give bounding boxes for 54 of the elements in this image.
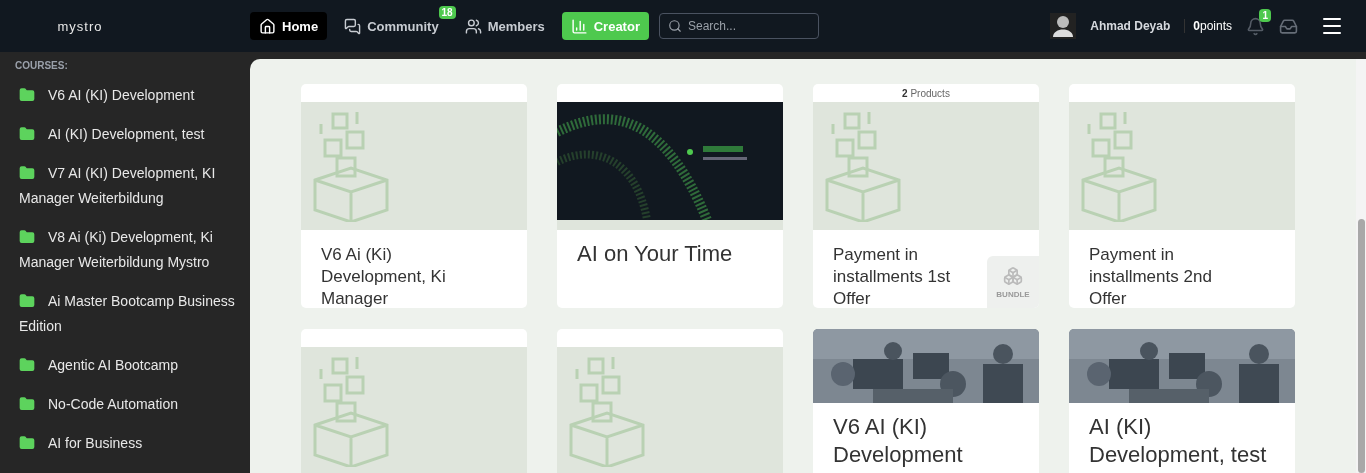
folder-icon [19,165,35,181]
course-card[interactable]: Payment in installments 2nd Offer [1069,84,1295,308]
folder-icon [19,229,35,245]
users-icon [464,17,482,35]
points-label: 0points [1184,19,1232,33]
course-link[interactable]: V6 AI (KI) Development [19,83,238,108]
course-link[interactable]: Agentic AI Bootcamp [19,353,238,378]
course-link[interactable]: Ai Master Bootcamp Business Edition [19,289,238,339]
course-link[interactable]: No-Code Automation [19,392,238,417]
chart-icon [570,17,588,35]
bundle-badge: BUNDLE [987,256,1039,308]
bell-icon[interactable] [1246,16,1265,36]
card-title: AI (KI) Development, test [1088,413,1268,469]
card-title: V6 AI (KI) Development [832,413,964,469]
course-link[interactable]: AI for Business [19,431,238,456]
course-card[interactable]: 2 Products Payment in installments 1st Offer BUNDLE [813,84,1039,308]
course-link[interactable]: V7 AI (KI) Development, KI Manager Weiterbildung [19,161,238,211]
folder-icon [19,435,35,451]
inbox-icon[interactable] [1279,16,1298,36]
card-title: AI on Your Time [576,240,734,268]
boxes-illustration-icon [823,110,903,222]
course-link[interactable]: AI (KI) Development, test [19,122,238,147]
boxes-illustration-icon [567,355,647,467]
boxes-illustration-icon [311,355,391,467]
boxes-illustration-icon [1079,110,1159,222]
folder-icon [19,293,35,309]
folder-icon [19,396,35,412]
course-card[interactable]: AI (KI) Development, test [1069,329,1295,473]
search-field[interactable]: Search... [658,13,819,39]
course-card[interactable]: V6 Ai (Ki) Development, Ki Manager [301,84,527,308]
course-card[interactable]: AI on Your Time [557,84,783,308]
folder-icon [19,357,35,373]
products-count: 2 Products [902,87,950,99]
course-card[interactable]: V6 AI (KI) Development [813,329,1039,473]
section-heading: COURSES: [15,60,69,71]
folder-icon [19,87,35,103]
nav-tab[interactable]: Members [455,12,554,40]
card-title: Payment in installments 1st Offer [832,244,952,308]
count-badge: 1 [1259,8,1271,22]
scrollbar-thumb[interactable] [1357,219,1365,473]
user-name[interactable]: Ahmad Deyab [1090,19,1171,33]
count-badge: 18 [438,6,456,19]
avatar[interactable] [1050,13,1077,39]
nav-tab[interactable]: Home [250,12,328,40]
home-icon [259,17,276,35]
chat-icon [344,17,362,35]
card-title: Payment in installments 2nd Offer [1088,244,1213,308]
boxes-icon [1003,265,1023,286]
boxes-illustration-icon [311,110,391,222]
logo[interactable]: mystro [0,18,250,34]
card-title: V6 Ai (Ki) Development, Ki Manager [320,244,447,308]
search-icon [667,19,682,33]
folder-icon [19,126,35,142]
course-link[interactable]: V8 Ai (Ki) Development, Ki Manager Weiterbildung Mystro [19,225,238,275]
